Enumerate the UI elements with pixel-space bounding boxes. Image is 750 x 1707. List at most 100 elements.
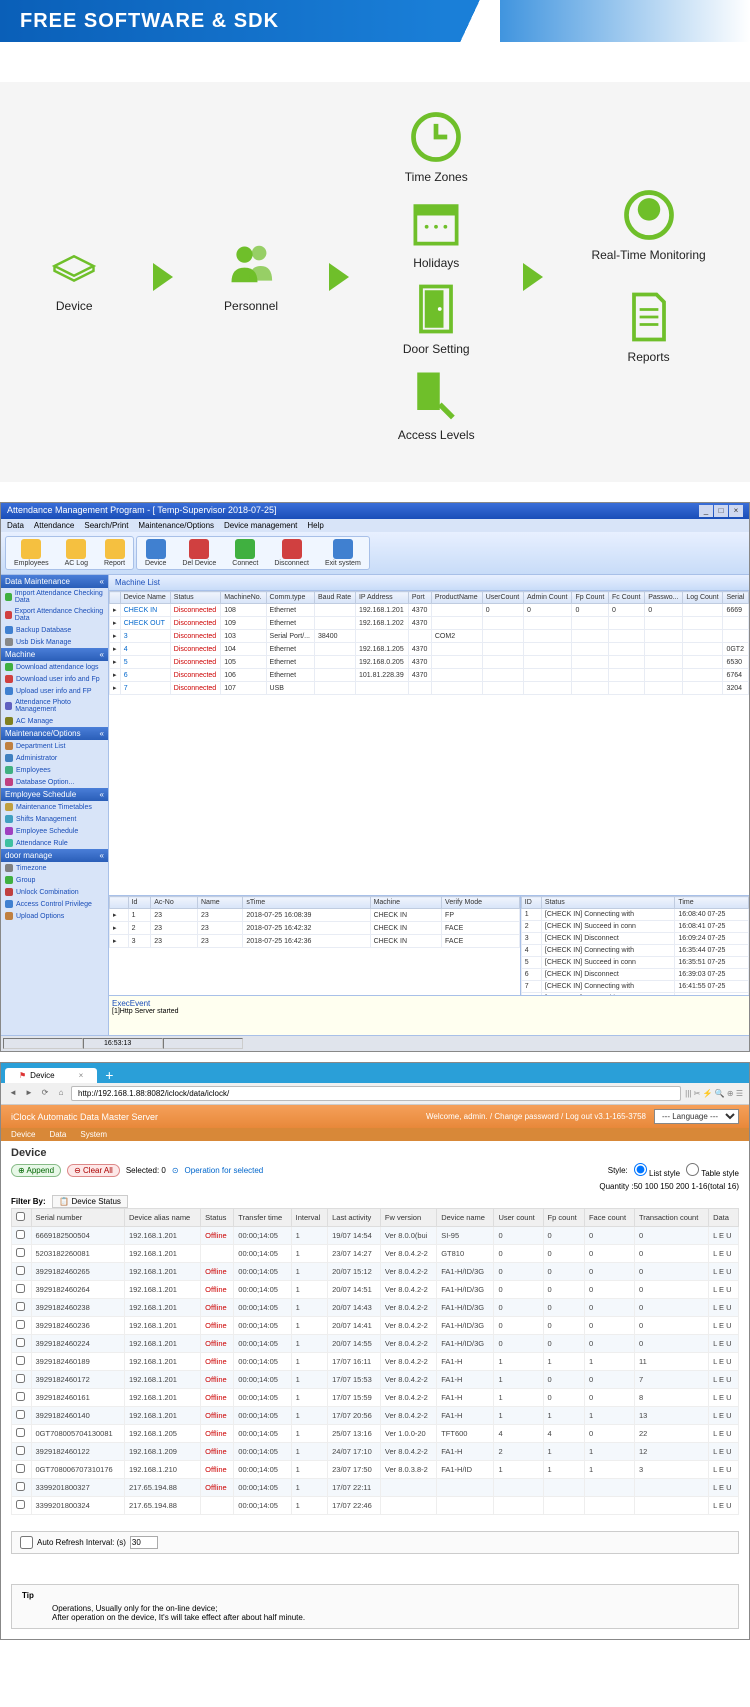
row-checkbox[interactable] — [16, 1446, 25, 1455]
table-row[interactable]: 3929182460236192.168.1.201Offline00:00;1… — [12, 1317, 739, 1335]
toolbar-device-button[interactable]: Device — [137, 537, 174, 569]
table-row[interactable]: 6669182500504192.168.1.201Offline00:00;1… — [12, 1227, 739, 1245]
table-row[interactable]: 3929182460264192.168.1.201Offline00:00;1… — [12, 1281, 739, 1299]
table-row[interactable]: 0GT708006707310176192.168.1.210Offline00… — [12, 1461, 739, 1479]
toolbar-ac-log-button[interactable]: AC Log — [57, 537, 96, 569]
table-row[interactable]: 5203182260081192.168.1.20100:00;14:05123… — [12, 1245, 739, 1263]
sidebar-item[interactable]: Backup Database — [1, 624, 108, 636]
sidebar-item[interactable]: Maintenance Timetables — [1, 801, 108, 813]
row-checkbox[interactable] — [16, 1320, 25, 1329]
row-checkbox[interactable] — [16, 1230, 25, 1239]
new-tab-button[interactable]: + — [97, 1067, 121, 1083]
sidebar-item[interactable]: Database Option... — [1, 776, 108, 788]
toolbar-connect-button[interactable]: Connect — [224, 537, 266, 569]
row-checkbox[interactable] — [16, 1464, 25, 1473]
sidebar-item[interactable]: Employees — [1, 764, 108, 776]
sidebar-item[interactable]: Shifts Management — [1, 813, 108, 825]
sidebar-item[interactable]: Timezone — [1, 862, 108, 874]
status-grid[interactable]: IDStatusTime1[CHECK IN] Connecting with1… — [520, 896, 749, 995]
sidebar-item[interactable]: Administrator — [1, 752, 108, 764]
sidebar-item[interactable]: Attendance Rule — [1, 837, 108, 849]
table-row[interactable]: 3929182460161192.168.1.201Offline00:00;1… — [12, 1389, 739, 1407]
sidebar-item[interactable]: Upload user info and FP — [1, 685, 108, 697]
table-row[interactable]: 3399201800324217.65.194.8800:00;14:05117… — [12, 1497, 739, 1515]
machine-list-grid[interactable]: Device NameStatusMachineNo.Comm.typeBaud… — [109, 591, 749, 895]
url-input[interactable]: http://192.168.1.88:8082/iclock/data/icl… — [71, 1086, 681, 1101]
back-icon[interactable]: ◄ — [7, 1088, 19, 1100]
sidebar-item[interactable]: Unlock Combination — [1, 886, 108, 898]
browser-tabstrip[interactable]: ⚑Device× + — [1, 1063, 749, 1083]
toolbar-exit-system-button[interactable]: Exit system — [317, 537, 369, 569]
table-row[interactable]: 3929182460189192.168.1.201Offline00:00;1… — [12, 1353, 739, 1371]
operation-link[interactable]: Operation for selected — [185, 1166, 264, 1175]
toolbar-report-button[interactable]: Report — [96, 537, 133, 569]
sidebar-item[interactable]: Department List — [1, 740, 108, 752]
filter-tab[interactable]: 📋 Device Status — [52, 1195, 128, 1208]
quantity-info[interactable]: Quantity :50 100 150 200 1-16(total 16) — [599, 1182, 739, 1191]
row-checkbox[interactable] — [16, 1266, 25, 1275]
sidebar-item[interactable]: Upload Options — [1, 910, 108, 922]
table-row[interactable]: 3929182460172192.168.1.201Offline00:00;1… — [12, 1371, 739, 1389]
row-checkbox[interactable] — [16, 1248, 25, 1257]
row-checkbox[interactable] — [16, 1392, 25, 1401]
interval-input[interactable] — [130, 1536, 158, 1549]
window-titlebar[interactable]: Attendance Management Program - [ Temp-S… — [1, 503, 749, 519]
row-checkbox[interactable] — [16, 1284, 25, 1293]
sidebar-item[interactable]: Download attendance logs — [1, 661, 108, 673]
row-checkbox[interactable] — [16, 1500, 25, 1509]
sidebar-group-header[interactable]: Employee Schedule« — [1, 788, 108, 801]
table-row[interactable]: 3929182460265192.168.1.201Offline00:00;1… — [12, 1263, 739, 1281]
page-menu[interactable]: DeviceDataSystem — [1, 1128, 749, 1141]
web-menu-item[interactable]: Device — [11, 1130, 35, 1139]
auto-refresh-bar[interactable]: Auto Refresh Interval: (s) — [11, 1531, 739, 1554]
table-row[interactable]: 3929182460224192.168.1.201Offline00:00;1… — [12, 1335, 739, 1353]
clear-all-button[interactable]: ⊖ Clear All — [67, 1164, 120, 1177]
row-checkbox[interactable] — [16, 1356, 25, 1365]
toolbar-del-device-button[interactable]: Del Device — [174, 537, 224, 569]
row-checkbox[interactable] — [16, 1374, 25, 1383]
table-row[interactable]: 3399201800327217.65.194.88Offline00:00;1… — [12, 1479, 739, 1497]
sidebar-group-header[interactable]: Machine« — [1, 648, 108, 661]
row-checkbox[interactable] — [16, 1482, 25, 1491]
menu-item[interactable]: Data — [7, 521, 24, 530]
table-style-radio[interactable]: Table style — [686, 1163, 739, 1178]
row-checkbox[interactable] — [16, 1428, 25, 1437]
sidebar-item[interactable]: Export Attendance Checking Data — [1, 606, 108, 624]
menu-item[interactable]: Search/Print — [84, 521, 128, 530]
browser-tab[interactable]: ⚑Device× — [5, 1068, 97, 1083]
language-select[interactable]: --- Language --- — [654, 1109, 739, 1124]
sidebar-item[interactable]: Download user info and Fp — [1, 673, 108, 685]
sidebar-item[interactable]: AC Manage — [1, 715, 108, 727]
web-menu-item[interactable]: System — [80, 1130, 107, 1139]
welcome-links[interactable]: Welcome, admin. / Change password / Log … — [426, 1112, 646, 1121]
log-grid[interactable]: IdAc-NoNamesTimeMachineVerify Mode▸12323… — [109, 896, 520, 995]
menu-item[interactable]: Attendance — [34, 521, 74, 530]
sidebar-item[interactable]: Attendance Photo Management — [1, 697, 108, 715]
reload-icon[interactable]: ⟳ — [39, 1088, 51, 1100]
row-checkbox[interactable] — [16, 1410, 25, 1419]
sidebar-item[interactable]: Group — [1, 874, 108, 886]
append-button[interactable]: ⊕ Append — [11, 1164, 61, 1177]
menu-bar[interactable]: Data Attendance Search/Print Maintenance/Op… — [1, 519, 749, 532]
sidebar-item[interactable]: Import Attendance Checking Data — [1, 588, 108, 606]
table-row[interactable]: 0GT708005704130081192.168.1.205Offline00… — [12, 1425, 739, 1443]
auto-refresh-checkbox[interactable] — [20, 1536, 33, 1549]
row-checkbox[interactable] — [16, 1338, 25, 1347]
forward-icon[interactable]: ► — [23, 1088, 35, 1100]
sidebar-item[interactable]: Usb Disk Manage — [1, 636, 108, 648]
table-row[interactable]: 3929182460122192.168.1.209Offline00:00;1… — [12, 1443, 739, 1461]
menu-item[interactable]: Device management — [224, 521, 297, 530]
sidebar-group-header[interactable]: door manage« — [1, 849, 108, 862]
toolbar-disconnect-button[interactable]: Disconnect — [266, 537, 317, 569]
table-row[interactable]: 3929182460238192.168.1.201Offline00:00;1… — [12, 1299, 739, 1317]
menu-item[interactable]: Help — [307, 521, 323, 530]
sidebar-item[interactable]: Employee Schedule — [1, 825, 108, 837]
menu-item[interactable]: Maintenance/Options — [138, 521, 214, 530]
toolbar-employees-button[interactable]: Employees — [6, 537, 57, 569]
sidebar-group-header[interactable]: Maintenance/Options« — [1, 727, 108, 740]
row-checkbox[interactable] — [16, 1302, 25, 1311]
sidebar-item[interactable]: Access Control Privilege — [1, 898, 108, 910]
sidebar-group-header[interactable]: Data Maintenance« — [1, 575, 108, 588]
list-style-radio[interactable]: List style — [634, 1163, 680, 1178]
table-row[interactable]: 3929182460140192.168.1.201Offline00:00;1… — [12, 1407, 739, 1425]
